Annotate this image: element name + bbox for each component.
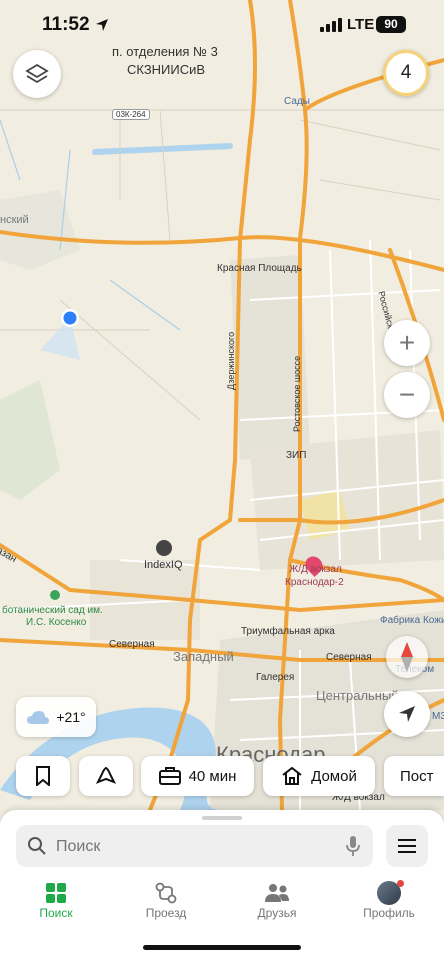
map-label-zip: ЗИП (286, 450, 307, 461)
search-input[interactable] (54, 833, 328, 861)
zoom-in-icon: + (398, 327, 416, 358)
tab-friends-label: Друзья (257, 906, 297, 920)
tab-search-label: Поиск (39, 906, 73, 920)
home-button[interactable]: Домой (263, 756, 375, 796)
search-icon (28, 837, 46, 855)
notifications-count: 4 (400, 62, 412, 83)
tab-search[interactable]: Поиск (16, 880, 96, 920)
road-code-badge: 03К-264 (112, 109, 150, 120)
status-bar: 11:52 LTE 90 (0, 0, 444, 52)
work-route-time: 40 мин (188, 767, 237, 785)
more-actions-label: Пост (400, 767, 434, 785)
navigation-arrow-icon (399, 706, 415, 722)
microphone-icon[interactable] (346, 835, 360, 857)
map-label-sady: Сады (284, 96, 310, 107)
map-label-galereya[interactable]: Галерея (256, 672, 294, 683)
tab-profile[interactable]: Профиль (349, 880, 429, 920)
sheet-handle[interactable] (202, 816, 242, 820)
home-label: Домой (311, 767, 357, 785)
notifications-button[interactable]: 4 (383, 50, 429, 96)
signal-icon (320, 18, 342, 32)
map-label-m3: М3 (432, 711, 444, 722)
location-arrow-icon (95, 18, 108, 31)
my-location-button[interactable] (384, 691, 430, 737)
map-label-fabrika: Фабрика Кожи (380, 615, 444, 626)
work-route-button[interactable]: 40 мин (141, 756, 254, 796)
tab-friends[interactable]: Друзья (237, 880, 317, 920)
indexiq-icon[interactable] (156, 540, 172, 556)
network-type: LTE (347, 16, 375, 33)
route-icon (155, 882, 177, 904)
weather-widget[interactable]: +21° (16, 697, 96, 737)
map-label-severnaya1: Северная (109, 639, 155, 650)
layers-button[interactable] (13, 50, 61, 98)
menu-button[interactable] (386, 825, 428, 867)
tab-route-label: Проезд (145, 906, 187, 920)
map-label-krasnaya-ploshchad: Красная Площадь (217, 263, 302, 274)
map-label-botanical-line2[interactable]: И.С. Косенко (26, 617, 86, 628)
friends-icon (265, 884, 289, 902)
menu-icon (398, 839, 416, 853)
map-label-zapadny: Западный (173, 649, 234, 664)
map-label-settlement2: СКЗНИИСиВ (127, 62, 206, 77)
grid-icon (46, 883, 66, 903)
status-time: 11:52 (42, 14, 109, 36)
map-label-arka[interactable]: Триумфальная арка (241, 626, 335, 637)
layers-icon (25, 63, 49, 84)
compass-icon (401, 642, 413, 672)
cloud-icon (27, 711, 50, 724)
map-label-rostovskoe: Ростовское шоссе (292, 355, 302, 432)
battery-level: 90 (376, 16, 406, 33)
bookmark-icon (36, 766, 50, 786)
profile-notification-dot (397, 880, 404, 887)
map-label-severnaya2: Северная (326, 652, 372, 663)
map-label-botanical-line1[interactable]: ботанический сад им. (2, 605, 103, 616)
map-label-centralny: Центральный (316, 688, 399, 703)
map-label-left-cut: нский (0, 214, 29, 226)
map-label-dzerzhinskogo: Дзержинского (226, 331, 236, 390)
zoom-in-button[interactable]: + (384, 320, 430, 366)
map-label-vokzal2-line1[interactable]: Ж/Д вокзал (289, 564, 342, 575)
briefcase-icon (158, 767, 181, 785)
tab-route[interactable]: Проезд (126, 880, 206, 920)
home-indicator (143, 945, 301, 950)
zoom-out-icon: − (398, 379, 416, 410)
zoom-out-button[interactable]: − (384, 372, 430, 418)
navigator-button[interactable] (79, 756, 133, 796)
bookmarks-button[interactable] (16, 756, 70, 796)
park-icon (50, 590, 60, 600)
tab-profile-label: Профиль (363, 906, 415, 920)
compass-button[interactable] (386, 636, 428, 678)
home-icon (282, 766, 302, 785)
map-label-indexiq[interactable]: IndexIQ (144, 559, 183, 571)
search-field[interactable] (16, 825, 373, 867)
more-actions-button[interactable]: Пост (384, 756, 444, 796)
map-label-vokzal2-line2[interactable]: Краснодар-2 (285, 577, 344, 588)
navigator-icon (96, 766, 116, 784)
weather-temp: +21° (56, 709, 86, 725)
